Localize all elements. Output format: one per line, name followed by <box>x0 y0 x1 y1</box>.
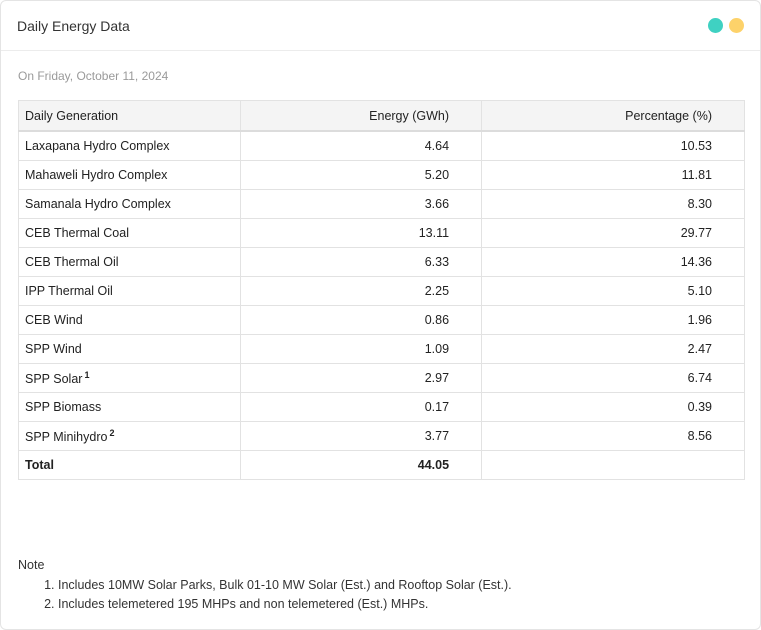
generation-source-name: Laxapana Hydro Complex <box>25 139 170 153</box>
total-label: Total <box>17 450 242 480</box>
energy-card: Daily Energy Data On Friday, October 11,… <box>0 0 761 630</box>
generation-source-name: CEB Wind <box>25 313 83 327</box>
energy-cell: 2.97 <box>240 363 483 393</box>
generation-source-cell: SPP Minihydro 2 <box>17 421 242 451</box>
footnote-marker: 1 <box>84 370 90 380</box>
energy-cell: 4.64 <box>240 130 483 161</box>
generation-source-name: Mahaweli Hydro Complex <box>25 168 168 182</box>
generation-source-name: SPP Solar <box>25 372 83 386</box>
percentage-cell: 0.39 <box>481 392 745 422</box>
column-header-energy: Energy (GWh) <box>240 100 483 132</box>
percentage-cell: 10.53 <box>481 130 745 161</box>
generation-source-name: IPP Thermal Oil <box>25 284 113 298</box>
card-title: Daily Energy Data <box>17 17 130 34</box>
percentage-cell: 6.74 <box>481 363 745 393</box>
table-body: Laxapana Hydro Complex 4.64 10.53 Mahaweli … <box>17 130 745 480</box>
table-row: SPP Biomass 0.17 0.39 <box>17 392 745 422</box>
table-row: CEB Thermal Oil 6.33 14.36 <box>17 247 745 277</box>
generation-source-name: SPP Minihydro <box>25 430 108 444</box>
table-row: CEB Thermal Coal 13.11 29.77 <box>17 218 745 248</box>
energy-cell: 2.25 <box>240 276 483 306</box>
window-controls <box>708 18 744 33</box>
generation-source-name: SPP Wind <box>25 342 82 356</box>
generation-source-name: CEB Thermal Coal <box>25 226 129 240</box>
table-row: SPP Wind 1.09 2.47 <box>17 334 745 364</box>
table-row: Mahaweli Hydro Complex 5.20 11.81 <box>17 160 745 190</box>
generation-source-cell: Samanala Hydro Complex <box>17 189 242 219</box>
energy-cell: 0.17 <box>240 392 483 422</box>
table-header-row: Daily Generation Energy (GWh) Percentage… <box>17 100 745 132</box>
percentage-cell: 8.30 <box>481 189 745 219</box>
footnote-marker: 2 <box>109 428 115 438</box>
energy-cell: 0.86 <box>240 305 483 335</box>
energy-cell: 6.33 <box>240 247 483 277</box>
note-title: Note <box>18 558 45 572</box>
percentage-cell: 1.96 <box>481 305 745 335</box>
energy-cell: 5.20 <box>240 160 483 190</box>
generation-source-cell: IPP Thermal Oil <box>17 276 242 306</box>
table-row: Laxapana Hydro Complex 4.64 10.53 <box>17 130 745 161</box>
generation-source-cell: SPP Biomass <box>17 392 242 422</box>
table-row: SPP Solar 1 2.97 6.74 <box>17 363 745 393</box>
note-item: Includes telemetered 195 MHPs and non te… <box>58 595 512 614</box>
card-header: Daily Energy Data <box>1 1 760 51</box>
percentage-cell: 2.47 <box>481 334 745 364</box>
note-list: Includes 10MW Solar Parks, Bulk 01-10 MW… <box>18 576 512 614</box>
column-header-generation: Daily Generation <box>17 100 242 132</box>
note-section: Note Includes 10MW Solar Parks, Bulk 01-… <box>18 558 512 614</box>
table-row: Samanala Hydro Complex 3.66 8.30 <box>17 189 745 219</box>
generation-source-cell: Laxapana Hydro Complex <box>17 130 242 161</box>
generation-source-name: Samanala Hydro Complex <box>25 197 171 211</box>
generation-source-cell: SPP Wind <box>17 334 242 364</box>
energy-cell: 1.09 <box>240 334 483 364</box>
generation-source-name: SPP Biomass <box>25 400 102 414</box>
generation-source-cell: CEB Thermal Coal <box>17 218 242 248</box>
date-line: On Friday, October 11, 2024 <box>18 69 169 83</box>
table-row: IPP Thermal Oil 2.25 5.10 <box>17 276 745 306</box>
percentage-cell: 29.77 <box>481 218 745 248</box>
table-row: SPP Minihydro 2 3.77 8.56 <box>17 421 745 451</box>
teal-dot-icon[interactable] <box>708 18 723 33</box>
yellow-dot-icon[interactable] <box>729 18 744 33</box>
generation-source-cell: CEB Thermal Oil <box>17 247 242 277</box>
table-row: CEB Wind 0.86 1.96 <box>17 305 745 335</box>
total-energy: 44.05 <box>240 450 483 480</box>
energy-table: Daily Generation Energy (GWh) Percentage… <box>17 100 745 480</box>
generation-source-name: CEB Thermal Oil <box>25 255 119 269</box>
total-percentage <box>481 450 745 480</box>
percentage-cell: 14.36 <box>481 247 745 277</box>
generation-source-cell: CEB Wind <box>17 305 242 335</box>
generation-source-cell: SPP Solar 1 <box>17 363 242 393</box>
percentage-cell: 5.10 <box>481 276 745 306</box>
energy-cell: 13.11 <box>240 218 483 248</box>
percentage-cell: 11.81 <box>481 160 745 190</box>
energy-cell: 3.77 <box>240 421 483 451</box>
column-header-percentage: Percentage (%) <box>481 100 745 132</box>
energy-cell: 3.66 <box>240 189 483 219</box>
generation-source-cell: Mahaweli Hydro Complex <box>17 160 242 190</box>
note-item: Includes 10MW Solar Parks, Bulk 01-10 MW… <box>58 576 512 595</box>
total-row: Total 44.05 <box>17 450 745 480</box>
percentage-cell: 8.56 <box>481 421 745 451</box>
